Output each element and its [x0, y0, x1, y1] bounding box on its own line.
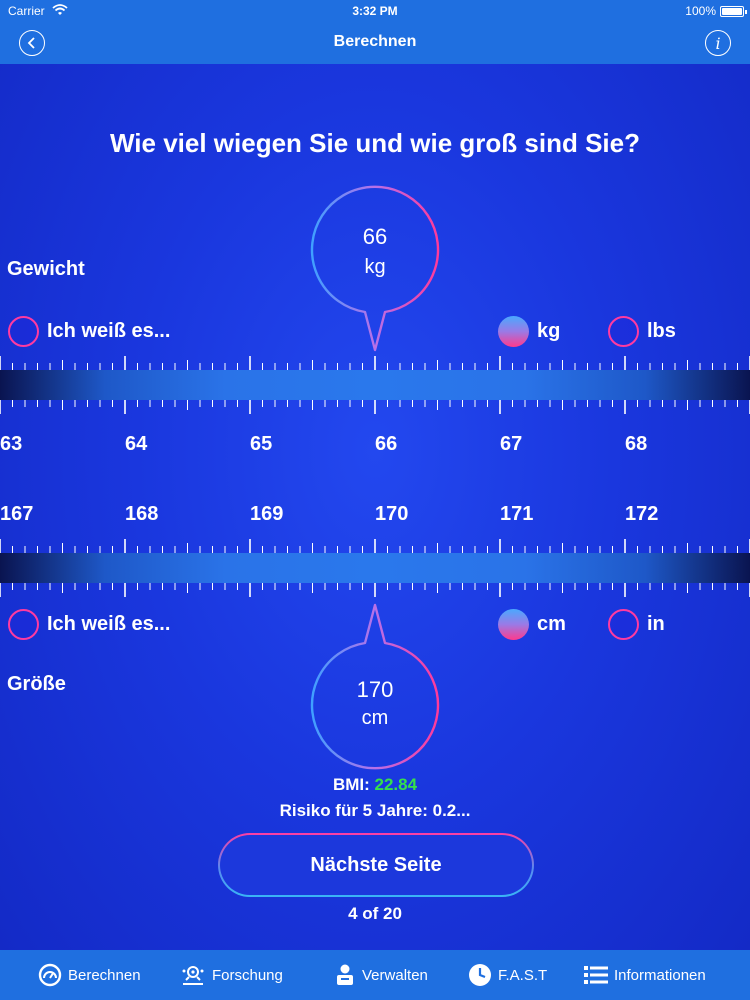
height-unit-cm-option[interactable]: cm — [498, 608, 566, 640]
bmi-value: 22.84 — [374, 775, 418, 794]
height-ruler-ticks — [0, 539, 750, 597]
weight-unit-kg-radio[interactable] — [498, 315, 529, 347]
height-unknown-radio[interactable] — [8, 608, 39, 640]
bmi-readout: BMI: 22.84 — [0, 775, 750, 795]
height-label: Größe — [7, 673, 66, 695]
weight-unit-kg-option[interactable]: kg — [498, 315, 560, 347]
tab-label: Verwalten — [362, 966, 428, 984]
tab-informationen[interactable]: Informationen — [584, 950, 706, 1000]
info-icon: i — [715, 33, 721, 53]
tab-verwalten[interactable]: Verwalten — [334, 950, 428, 1000]
weight-unit: kg — [364, 256, 386, 278]
list-icon — [584, 966, 608, 984]
page-question: Wie viel wiegen Sie und wie groß sind Si… — [110, 128, 640, 158]
status-time: 3:32 PM — [352, 4, 398, 18]
info-button[interactable]: i — [705, 30, 731, 56]
tab-label: Informationen — [614, 966, 706, 984]
height-unit-in-option[interactable]: in — [608, 608, 665, 640]
height-unknown-label: Ich weiß es... — [47, 612, 171, 635]
weight-unit-lbs-radio[interactable] — [608, 315, 639, 347]
height-unit: cm — [361, 707, 389, 729]
weight-unit-lbs-label: lbs — [647, 319, 676, 342]
page-indicator: 4 of 20 — [348, 904, 402, 923]
weight-tick-label: 68 — [625, 433, 648, 455]
tab-bar: Berechnen Forschung Verwalten F.A.S.T In… — [0, 950, 750, 1000]
weight-tick-label: 67 — [500, 433, 523, 455]
status-bar: Carrier 3:32 PM 100% — [0, 0, 750, 22]
weight-label: Gewicht — [7, 258, 85, 280]
height-tick-label: 172 — [625, 503, 659, 525]
height-unit-cm-radio[interactable] — [498, 608, 529, 640]
height-tick-label: 169 — [250, 503, 284, 525]
height-tick-label: 171 — [500, 503, 534, 525]
tab-label: Forschung — [212, 966, 283, 984]
risk-readout: Risiko für 5 Jahre: 0.2... — [279, 801, 471, 820]
weight-tick-label: 66 — [375, 433, 398, 455]
weight-unknown-option[interactable]: Ich weiß es... — [8, 315, 170, 347]
weight-ruler-labels: 63 64 65 66 67 68 — [0, 433, 750, 459]
research-icon — [182, 966, 204, 985]
height-ruler-labels: 167 168 169 170 171 172 — [0, 503, 750, 529]
weight-unit-kg-label: kg — [537, 319, 561, 342]
height-tick-label: 167 — [0, 503, 34, 525]
weight-tick-label: 64 — [125, 433, 148, 455]
height-value: 170 — [356, 677, 394, 702]
weight-ruler-slider[interactable] — [0, 355, 750, 415]
gauge-icon — [38, 963, 62, 987]
weight-ruler-ticks — [0, 356, 750, 414]
weight-unknown-radio[interactable] — [8, 315, 39, 347]
tab-label: F.A.S.T — [498, 966, 548, 984]
height-unknown-option[interactable]: Ich weiß es... — [8, 608, 170, 640]
tab-forschung[interactable]: Forschung — [180, 950, 283, 1000]
weight-value: 66 — [362, 224, 388, 249]
clock-icon — [469, 964, 491, 986]
weight-unknown-label: Ich weiß es... — [47, 319, 171, 342]
height-unit-in-label: in — [647, 612, 665, 635]
nav-title: Berechnen — [333, 33, 417, 50]
bmi-label: BMI: — [332, 775, 370, 794]
height-tick-label: 170 — [375, 503, 409, 525]
height-unit-cm-label: cm — [537, 612, 566, 635]
battery-percent: 100% — [685, 4, 716, 18]
tab-label: Berechnen — [68, 966, 141, 984]
height-tick-label: 168 — [125, 503, 159, 525]
weight-tick-label: 65 — [250, 433, 273, 455]
app-screen: Carrier 3:32 PM 100% Berechnen i Wie vie… — [0, 0, 750, 1000]
nav-bar: Berechnen i — [0, 22, 750, 64]
weight-unit-lbs-option[interactable]: lbs — [608, 315, 676, 347]
next-page-button[interactable]: Nächste Seite — [218, 833, 534, 897]
weight-tick-label: 63 — [0, 433, 23, 455]
manage-icon — [337, 964, 353, 985]
height-ruler-slider[interactable] — [0, 538, 750, 598]
battery-icon — [720, 6, 747, 17]
tab-fast[interactable]: F.A.S.T — [468, 950, 547, 1000]
height-value-bubble: 170 cm — [310, 603, 440, 770]
next-page-label: Nächste Seite — [220, 835, 532, 895]
height-unit-in-radio[interactable] — [608, 608, 639, 640]
weight-value-bubble: 66 kg — [310, 185, 440, 352]
tab-berechnen[interactable]: Berechnen — [38, 950, 141, 1000]
